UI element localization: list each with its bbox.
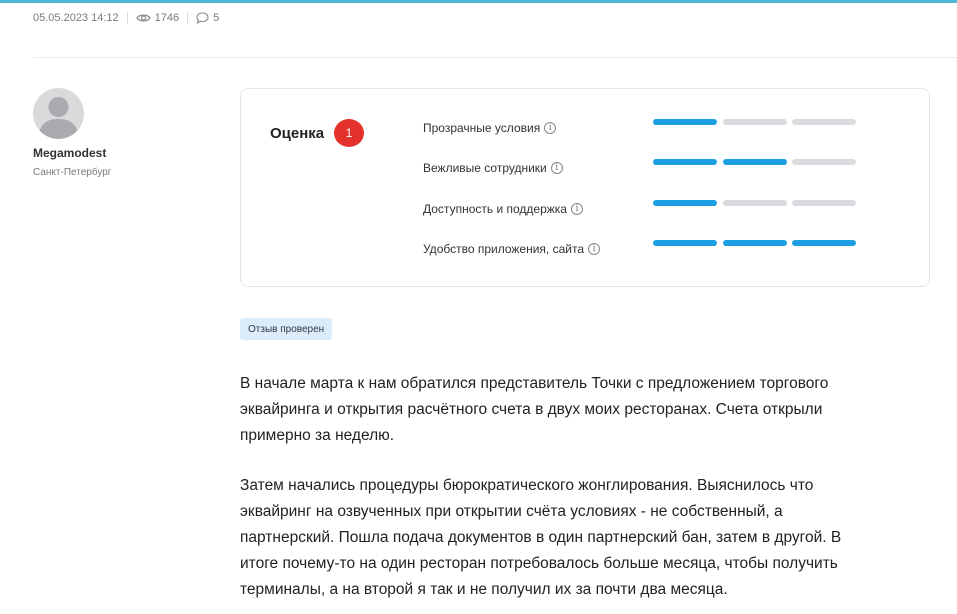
meta-divider	[187, 12, 189, 24]
author-city: Санкт-Петербург	[33, 167, 112, 178]
review-line: Затем начались процедуры бюрократическог…	[240, 477, 814, 494]
criterion-label: Прозрачные условия	[423, 121, 541, 135]
criterion-polite-staff: Вежливые сотрудники i	[423, 159, 563, 177]
criterion-rating-bar	[653, 200, 856, 206]
rating-segment	[722, 159, 787, 165]
criterion-label: Вежливые сотрудники	[423, 161, 547, 175]
review-paragraph-1: В начале марта к нам обратился представи…	[240, 371, 900, 449]
author-name[interactable]: Megamodest	[33, 146, 106, 160]
rating-segment	[722, 119, 787, 125]
rating-segment	[653, 240, 717, 246]
header-divider	[33, 57, 957, 58]
review-line: В начале марта к нам обратился представи…	[240, 375, 829, 392]
criterion-label: Удобство приложения, сайта	[423, 242, 585, 256]
review-line: итоге почему-то на один ресторан потребо…	[240, 555, 838, 572]
rating-segment	[792, 200, 856, 206]
meta-divider	[126, 12, 128, 24]
info-icon[interactable]: i	[550, 162, 563, 174]
rating-segment	[653, 200, 717, 206]
info-icon[interactable]: i	[570, 203, 583, 215]
review-line: терминалы, а на второй я так и не получи…	[240, 581, 728, 598]
review-line: примерно за неделю.	[240, 427, 395, 444]
review-line: эквайринга и открытия расчётного счета в…	[240, 401, 823, 418]
review-date: 05.05.2023 14:12	[33, 12, 119, 24]
rating-title: Оценка	[270, 125, 325, 142]
review-meta: 05.05.2023 14:12 1746 5	[33, 12, 219, 24]
criterion-availability-support: Доступность и поддержка i	[423, 200, 583, 218]
criterion-rating-bar	[653, 119, 856, 125]
rating-segment	[792, 159, 856, 165]
views-count: 1746	[154, 12, 180, 24]
user-avatar-placeholder-icon	[38, 97, 79, 139]
user-avatar[interactable]	[33, 88, 84, 139]
info-icon[interactable]: i	[544, 122, 557, 134]
rating-segment	[722, 200, 787, 206]
eye-icon	[135, 14, 151, 22]
rating-score-badge: 1	[334, 119, 364, 147]
rating-segment	[653, 159, 717, 165]
rating-segment	[792, 119, 856, 125]
criterion-rating-bar	[653, 240, 856, 246]
criterion-label: Доступность и поддержка	[423, 202, 567, 216]
rating-segment	[653, 119, 717, 125]
top-accent-line	[0, 0, 957, 3]
comments-counter[interactable]: 5	[196, 12, 219, 24]
criterion-transparent-terms: Прозрачные условия i	[423, 119, 557, 137]
info-icon[interactable]: i	[588, 243, 601, 255]
criterion-app-convenience: Удобство приложения, сайта i	[423, 240, 601, 258]
verified-review-badge: Отзыв проверен	[240, 318, 333, 340]
views-counter: 1746	[135, 12, 180, 24]
criterion-rating-bar	[653, 159, 856, 165]
review-line: эквайринг на озвученных при открытии счё…	[240, 503, 783, 520]
review-paragraph-2: Затем начались процедуры бюрократическог…	[240, 473, 900, 603]
review-line: партнерский. Пошла подача документов в о…	[240, 529, 842, 546]
comments-count: 5	[213, 12, 220, 24]
rating-segment	[792, 240, 856, 246]
rating-segment	[722, 240, 787, 246]
comment-icon	[196, 12, 209, 24]
